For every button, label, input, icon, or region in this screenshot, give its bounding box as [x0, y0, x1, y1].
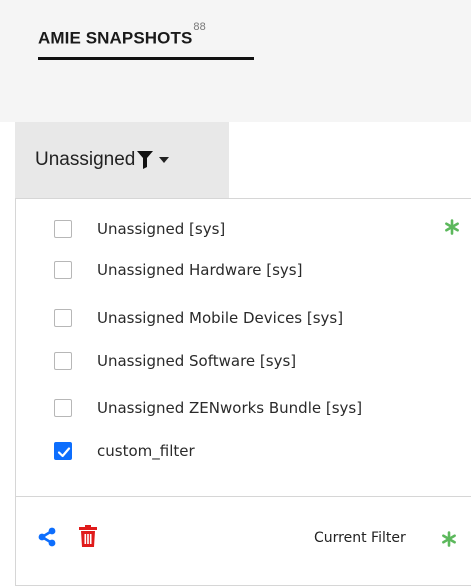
checkbox[interactable]: [54, 261, 72, 279]
chevron-down-icon: [159, 157, 170, 163]
filter-footer: Current Filter: [16, 497, 471, 587]
filter-option[interactable]: Unassigned Hardware [sys]: [16, 250, 471, 290]
filter-option[interactable]: Unassigned ZENworks Bundle [sys]: [16, 388, 471, 428]
current-filter-marker-icon: [444, 219, 460, 239]
snapshot-count: 88: [193, 21, 206, 33]
filter-option-label: Unassigned Mobile Devices [sys]: [97, 309, 344, 327]
filter-funnel-icon: [137, 151, 154, 169]
checkbox[interactable]: [54, 399, 72, 417]
header-area: AMIE SNAPSHOTS88: [0, 0, 471, 122]
checkbox-checked[interactable]: [54, 442, 72, 460]
app-title: AMIE SNAPSHOTS88: [38, 21, 254, 60]
filter-dropdown-menu: Unassigned [sys] Unassigned Hardware [sys…: [15, 198, 471, 586]
current-filter-marker-icon: [441, 531, 457, 551]
filter-option[interactable]: Unassigned Mobile Devices [sys]: [16, 298, 471, 338]
checkbox[interactable]: [54, 352, 72, 370]
filter-option[interactable]: Unassigned [sys]: [16, 209, 471, 249]
current-filter-legend: Current Filter: [314, 530, 406, 546]
filter-dropdown-toggle[interactable]: Unassigned: [15, 122, 229, 198]
filter-option-label: Unassigned Hardware [sys]: [97, 261, 303, 279]
checkmark-icon: [57, 447, 71, 458]
filter-option[interactable]: Unassigned Software [sys]: [16, 341, 471, 381]
filter-selected-label: Unassigned: [35, 149, 136, 170]
checkbox[interactable]: [54, 309, 72, 327]
checkbox[interactable]: [54, 220, 72, 238]
title-underline: [38, 57, 254, 60]
trash-icon[interactable]: [79, 525, 97, 551]
filter-option-label: Unassigned Software [sys]: [97, 352, 297, 370]
filter-option-label: Unassigned [sys]: [97, 220, 226, 238]
filter-option[interactable]: custom_filter: [16, 431, 471, 471]
filter-option-label: Unassigned ZENworks Bundle [sys]: [97, 399, 363, 417]
share-icon[interactable]: [38, 527, 56, 551]
filter-option-label: custom_filter: [97, 442, 195, 460]
app-title-text: AMIE SNAPSHOTS: [38, 28, 193, 48]
